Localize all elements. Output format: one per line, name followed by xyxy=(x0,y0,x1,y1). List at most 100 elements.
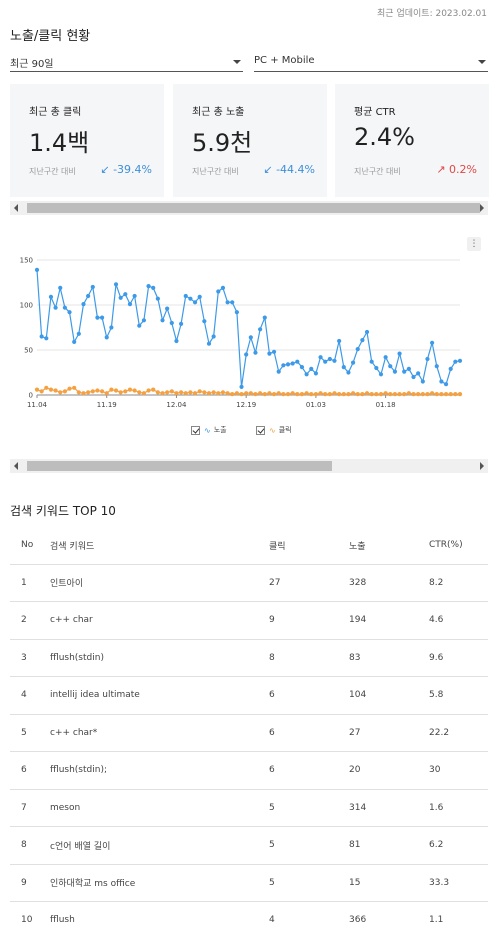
y-tick-label: 0 xyxy=(29,392,33,400)
impressions-point xyxy=(332,358,337,363)
impressions-point xyxy=(434,364,439,369)
period-select-value: 최근 90일 xyxy=(10,59,54,70)
clicks-point xyxy=(248,391,253,396)
row-clicks: 27 xyxy=(258,564,338,602)
legend-clicks[interactable]: ∿ 클릭 xyxy=(256,425,292,435)
row-no: 10 xyxy=(10,901,39,934)
impressions-point xyxy=(448,366,453,371)
card-value: 1.4백 xyxy=(29,129,90,157)
clicks-point xyxy=(318,391,323,396)
clicks-point xyxy=(234,391,239,396)
chart-scrollbar[interactable] xyxy=(10,459,488,473)
clicks-point xyxy=(169,389,174,394)
impressions-point xyxy=(383,355,388,360)
clicks-point xyxy=(155,390,160,395)
impressions-point xyxy=(299,365,305,370)
impressions-point xyxy=(439,379,444,384)
impressions-point xyxy=(123,292,128,297)
impressions-point xyxy=(392,369,398,374)
device-select[interactable]: PC + Mobile xyxy=(254,55,488,72)
clicks-point xyxy=(67,386,72,391)
impressions-point xyxy=(109,325,114,330)
impressions-point xyxy=(62,305,67,310)
average-ctr-card: 평균 CTR 2.4% 지난구간 대비 ↗ 0.2% xyxy=(335,84,489,197)
scroll-left-icon[interactable] xyxy=(14,204,18,212)
clicks-point xyxy=(383,391,388,396)
impressions-point xyxy=(457,358,463,363)
row-clicks: 5 xyxy=(258,864,338,902)
clicks-point xyxy=(44,385,49,390)
row-ctr: 6.2 xyxy=(418,826,488,865)
row-keyword: c언어 배열 길이 xyxy=(39,826,258,865)
table-row: 10 fflush 4 366 1.1 xyxy=(10,901,488,934)
impressions-point xyxy=(118,295,123,300)
impressions-point xyxy=(341,365,346,370)
row-clicks: 4 xyxy=(258,901,338,934)
row-ctr: 1.1 xyxy=(418,901,488,934)
clicks-point xyxy=(192,391,198,396)
checkbox-icon[interactable] xyxy=(191,425,200,435)
clicks-point xyxy=(151,387,156,392)
clicks-point xyxy=(453,392,458,397)
scrollbar-thumb[interactable] xyxy=(27,461,332,471)
row-ctr: 4.6 xyxy=(418,601,488,640)
impressions-point xyxy=(290,361,295,366)
clicks-point xyxy=(327,392,332,397)
clicks-point xyxy=(364,391,370,396)
row-impressions: 27 xyxy=(338,714,418,752)
scroll-right-icon[interactable] xyxy=(480,204,484,212)
scroll-left-icon[interactable] xyxy=(14,462,18,470)
impressions-point xyxy=(430,340,435,345)
row-keyword: meson xyxy=(39,789,258,827)
impressions-point xyxy=(146,284,151,289)
chevron-down-icon xyxy=(233,60,241,64)
impressions-point xyxy=(271,349,277,354)
clicks-point xyxy=(402,392,407,397)
impressions-point xyxy=(141,318,147,323)
row-ctr: 30 xyxy=(418,751,488,790)
row-keyword: 인하대학교 ms office xyxy=(39,864,258,902)
impressions-point xyxy=(151,285,156,290)
legend-impressions[interactable]: ∿ 노출 xyxy=(191,425,227,435)
row-clicks: 5 xyxy=(258,789,338,827)
scroll-right-icon[interactable] xyxy=(480,462,484,470)
chart-menu-button[interactable]: ⋮ xyxy=(467,237,481,251)
clicks-point xyxy=(388,392,393,397)
clicks-point xyxy=(276,391,281,396)
row-ctr: 8.2 xyxy=(418,564,488,602)
checkbox-icon[interactable] xyxy=(256,425,265,435)
card-value: 2.4% xyxy=(354,123,415,151)
impressions-point xyxy=(220,285,226,290)
clicks-point xyxy=(253,392,258,397)
section-title: 노출/클릭 현황 xyxy=(10,29,91,44)
legend-label: 노출 xyxy=(213,426,227,434)
impressions-point xyxy=(258,327,263,332)
impressions-point xyxy=(58,285,63,290)
period-select[interactable]: 최근 90일 xyxy=(10,55,243,72)
impressions-point xyxy=(388,364,393,369)
cards-scrollbar[interactable] xyxy=(10,201,488,215)
impressions-line xyxy=(36,269,461,387)
clicks-point xyxy=(123,389,128,394)
col-keyword-header: 검색 키워드 xyxy=(39,527,258,565)
row-impressions: 104 xyxy=(338,676,418,715)
clicks-point xyxy=(337,392,342,397)
clicks-point xyxy=(137,390,142,395)
card-compare-label: 지난구간 대비 xyxy=(192,167,239,176)
table-row: 9 인하대학교 ms office 5 15 33.3 xyxy=(10,864,488,902)
table-header-row: No 검색 키워드 클릭 노출 CTR(%) xyxy=(10,527,488,565)
row-impressions: 366 xyxy=(338,901,418,934)
clicks-point xyxy=(58,390,63,395)
row-no: 7 xyxy=(10,789,39,827)
impressions-point xyxy=(174,338,179,344)
clicks-point xyxy=(95,388,100,393)
row-clicks: 6 xyxy=(258,751,338,790)
clicks-point xyxy=(113,388,119,393)
impressions-point xyxy=(137,323,142,328)
y-tick-label: 50 xyxy=(24,347,33,355)
impressions-point xyxy=(402,369,407,374)
impressions-point xyxy=(160,318,165,323)
scrollbar-thumb[interactable] xyxy=(27,203,480,213)
row-ctr: 9.6 xyxy=(418,639,488,677)
impressions-point xyxy=(360,338,365,343)
